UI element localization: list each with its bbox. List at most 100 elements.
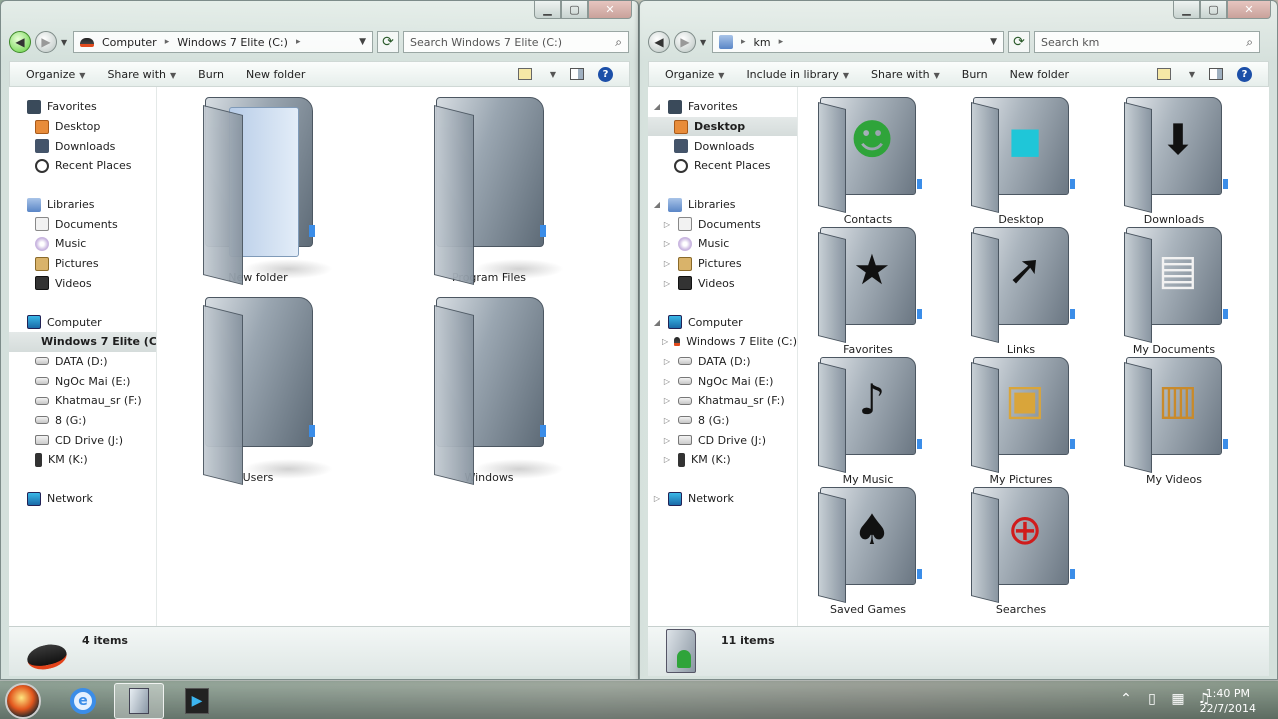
nav-computer[interactable]: ◢ Computer bbox=[648, 312, 797, 332]
nav-item-pictures[interactable]: Pictures bbox=[9, 254, 156, 274]
folder-item[interactable]: Windows bbox=[434, 297, 564, 485]
folder-item[interactable]: ▣ My Pictures bbox=[971, 357, 1075, 486]
include-in-library-menu[interactable]: Include in library ▼ bbox=[746, 68, 849, 81]
help-icon[interactable]: ? bbox=[598, 66, 613, 82]
taskbar-media-player[interactable]: ▶ bbox=[172, 683, 222, 719]
collapsed-arrow-icon[interactable]: ▷ bbox=[662, 436, 672, 445]
search-icon[interactable]: ⌕ bbox=[615, 35, 622, 50]
address-bar[interactable]: ▸ km ▸ ▼ bbox=[712, 31, 1004, 53]
expanded-arrow-icon[interactable]: ◢ bbox=[652, 200, 662, 209]
network-status-icon[interactable]: ▦ bbox=[1170, 691, 1186, 707]
minimize-button[interactable]: ▁ bbox=[1173, 1, 1200, 19]
back-button[interactable]: ◀ bbox=[9, 31, 31, 53]
share-with-menu[interactable]: Share with ▼ bbox=[107, 68, 176, 81]
folder-item[interactable]: ⬇ Downloads bbox=[1124, 97, 1228, 226]
help-icon[interactable]: ? bbox=[1237, 66, 1252, 82]
nav-item-videos[interactable]: ▷ Videos bbox=[648, 274, 797, 294]
nav-item-desktop[interactable]: Desktop bbox=[648, 116, 797, 137]
burn-button[interactable]: Burn bbox=[962, 68, 988, 81]
folder-item[interactable]: ◼ Desktop bbox=[971, 97, 1075, 226]
organize-menu[interactable]: Organize ▼ bbox=[26, 68, 85, 81]
forward-button[interactable]: ▶ bbox=[674, 31, 696, 53]
nav-item-drive-g[interactable]: 8 (G:) bbox=[9, 411, 156, 431]
collapsed-arrow-icon[interactable]: ▷ bbox=[662, 357, 672, 366]
nav-item-pictures[interactable]: ▷ Pictures bbox=[648, 254, 797, 274]
search-input[interactable]: Search km ⌕ bbox=[1034, 31, 1260, 53]
collapsed-arrow-icon[interactable]: ▷ bbox=[662, 337, 668, 346]
folder-item[interactable]: ⊕ Searches bbox=[971, 487, 1075, 616]
taskbar-internet-explorer[interactable]: e bbox=[58, 683, 108, 719]
nav-item-drive-e[interactable]: NgOc Mai (E:) bbox=[9, 371, 156, 391]
nav-item-documents[interactable]: ▷ Documents bbox=[648, 214, 797, 234]
nav-favorites[interactable]: Favorites bbox=[9, 97, 156, 117]
show-hidden-icons-icon[interactable]: ⌃ bbox=[1118, 691, 1134, 707]
nav-computer[interactable]: Computer bbox=[9, 312, 156, 332]
address-dropdown-icon[interactable]: ▼ bbox=[990, 37, 997, 47]
nav-item-recent-places[interactable]: Recent Places bbox=[648, 156, 797, 176]
collapsed-arrow-icon[interactable]: ▷ bbox=[662, 455, 672, 464]
breadcrumb-separator-icon[interactable]: ▸ bbox=[296, 37, 301, 47]
folder-item[interactable]: New folder bbox=[203, 97, 333, 285]
folder-item[interactable]: ♪ My Music bbox=[818, 357, 922, 486]
folder-item[interactable]: Users bbox=[203, 297, 333, 485]
start-button[interactable] bbox=[5, 683, 41, 719]
change-view-icon[interactable] bbox=[1156, 68, 1171, 80]
view-options-dropdown-icon[interactable]: ▼ bbox=[1189, 70, 1195, 79]
address-dropdown-icon[interactable]: ▼ bbox=[359, 37, 366, 47]
folder-item[interactable]: ★ Favorites bbox=[818, 227, 922, 356]
nav-item-drive-j[interactable]: ▷ CD Drive (J:) bbox=[648, 430, 797, 450]
nav-item-drive-f[interactable]: Khatmau_sr (F:) bbox=[9, 391, 156, 411]
nav-item-drive-c[interactable]: ▷ Windows 7 Elite (C:) bbox=[648, 332, 797, 352]
nav-item-drive-c[interactable]: Windows 7 Elite (C: bbox=[9, 331, 156, 352]
clock[interactable]: 1:40 PM 22/7/2014 bbox=[1200, 686, 1256, 716]
folder-item[interactable]: ➚ Links bbox=[971, 227, 1075, 356]
breadcrumb-item[interactable]: Computer bbox=[102, 36, 157, 49]
breadcrumb-item[interactable]: Windows 7 Elite (C:) bbox=[177, 36, 288, 49]
change-view-icon[interactable] bbox=[517, 68, 532, 80]
nav-libraries[interactable]: Libraries bbox=[9, 195, 156, 215]
breadcrumb-item[interactable]: km bbox=[754, 36, 771, 49]
maximize-button[interactable]: ▢ bbox=[561, 1, 588, 19]
nav-network[interactable]: Network bbox=[9, 489, 156, 509]
nav-network[interactable]: ▷ Network bbox=[648, 489, 797, 509]
nav-item-drive-e[interactable]: ▷ NgOc Mai (E:) bbox=[648, 371, 797, 391]
address-bar[interactable]: Computer ▸ Windows 7 Elite (C:) ▸ ▼ bbox=[73, 31, 373, 53]
safely-remove-hardware-icon[interactable]: ▯ bbox=[1144, 691, 1160, 707]
expanded-arrow-icon[interactable]: ◢ bbox=[652, 318, 662, 327]
close-button[interactable]: ✕ bbox=[1227, 1, 1271, 19]
nav-item-downloads[interactable]: Downloads bbox=[9, 136, 156, 156]
nav-item-drive-d[interactable]: DATA (D:) bbox=[9, 352, 156, 372]
nav-item-desktop[interactable]: Desktop bbox=[9, 117, 156, 137]
nav-item-downloads[interactable]: Downloads bbox=[648, 136, 797, 156]
burn-button[interactable]: Burn bbox=[198, 68, 224, 81]
breadcrumb-separator-icon[interactable]: ▸ bbox=[741, 37, 746, 47]
folder-item[interactable]: ▤ My Documents bbox=[1124, 227, 1228, 356]
nav-item-documents[interactable]: Documents bbox=[9, 214, 156, 234]
nav-item-music[interactable]: Music bbox=[9, 234, 156, 254]
collapsed-arrow-icon[interactable]: ▷ bbox=[662, 416, 672, 425]
refresh-button[interactable]: ⟳ bbox=[377, 31, 399, 53]
folder-item[interactable]: ♠ Saved Games bbox=[818, 487, 922, 616]
collapsed-arrow-icon[interactable]: ▷ bbox=[662, 239, 672, 248]
collapsed-arrow-icon[interactable]: ▷ bbox=[662, 279, 672, 288]
taskbar-windows-explorer[interactable] bbox=[114, 683, 164, 719]
view-options-dropdown-icon[interactable]: ▼ bbox=[550, 70, 556, 79]
collapsed-arrow-icon[interactable]: ▷ bbox=[662, 396, 672, 405]
nav-item-videos[interactable]: Videos bbox=[9, 274, 156, 294]
nav-item-drive-g[interactable]: ▷ 8 (G:) bbox=[648, 411, 797, 431]
preview-pane-icon[interactable] bbox=[1209, 68, 1223, 80]
folder-item[interactable]: ☻ Contacts bbox=[818, 97, 922, 226]
collapsed-arrow-icon[interactable]: ▷ bbox=[662, 377, 672, 386]
nav-item-drive-j[interactable]: CD Drive (J:) bbox=[9, 430, 156, 450]
forward-button[interactable]: ▶ bbox=[35, 31, 57, 53]
new-folder-button[interactable]: New folder bbox=[246, 68, 305, 81]
nav-item-music[interactable]: ▷ Music bbox=[648, 234, 797, 254]
nav-item-drive-f[interactable]: ▷ Khatmau_sr (F:) bbox=[648, 391, 797, 411]
nav-item-drive-k[interactable]: ▷ KM (K:) bbox=[648, 450, 797, 470]
folder-item[interactable]: ▥ My Videos bbox=[1124, 357, 1228, 486]
recent-pages-dropdown[interactable]: ▼ bbox=[61, 38, 69, 47]
back-button[interactable]: ◀ bbox=[648, 31, 670, 53]
nav-favorites[interactable]: ◢ Favorites bbox=[648, 97, 797, 117]
nav-item-drive-d[interactable]: ▷ DATA (D:) bbox=[648, 352, 797, 372]
share-with-menu[interactable]: Share with ▼ bbox=[871, 68, 940, 81]
